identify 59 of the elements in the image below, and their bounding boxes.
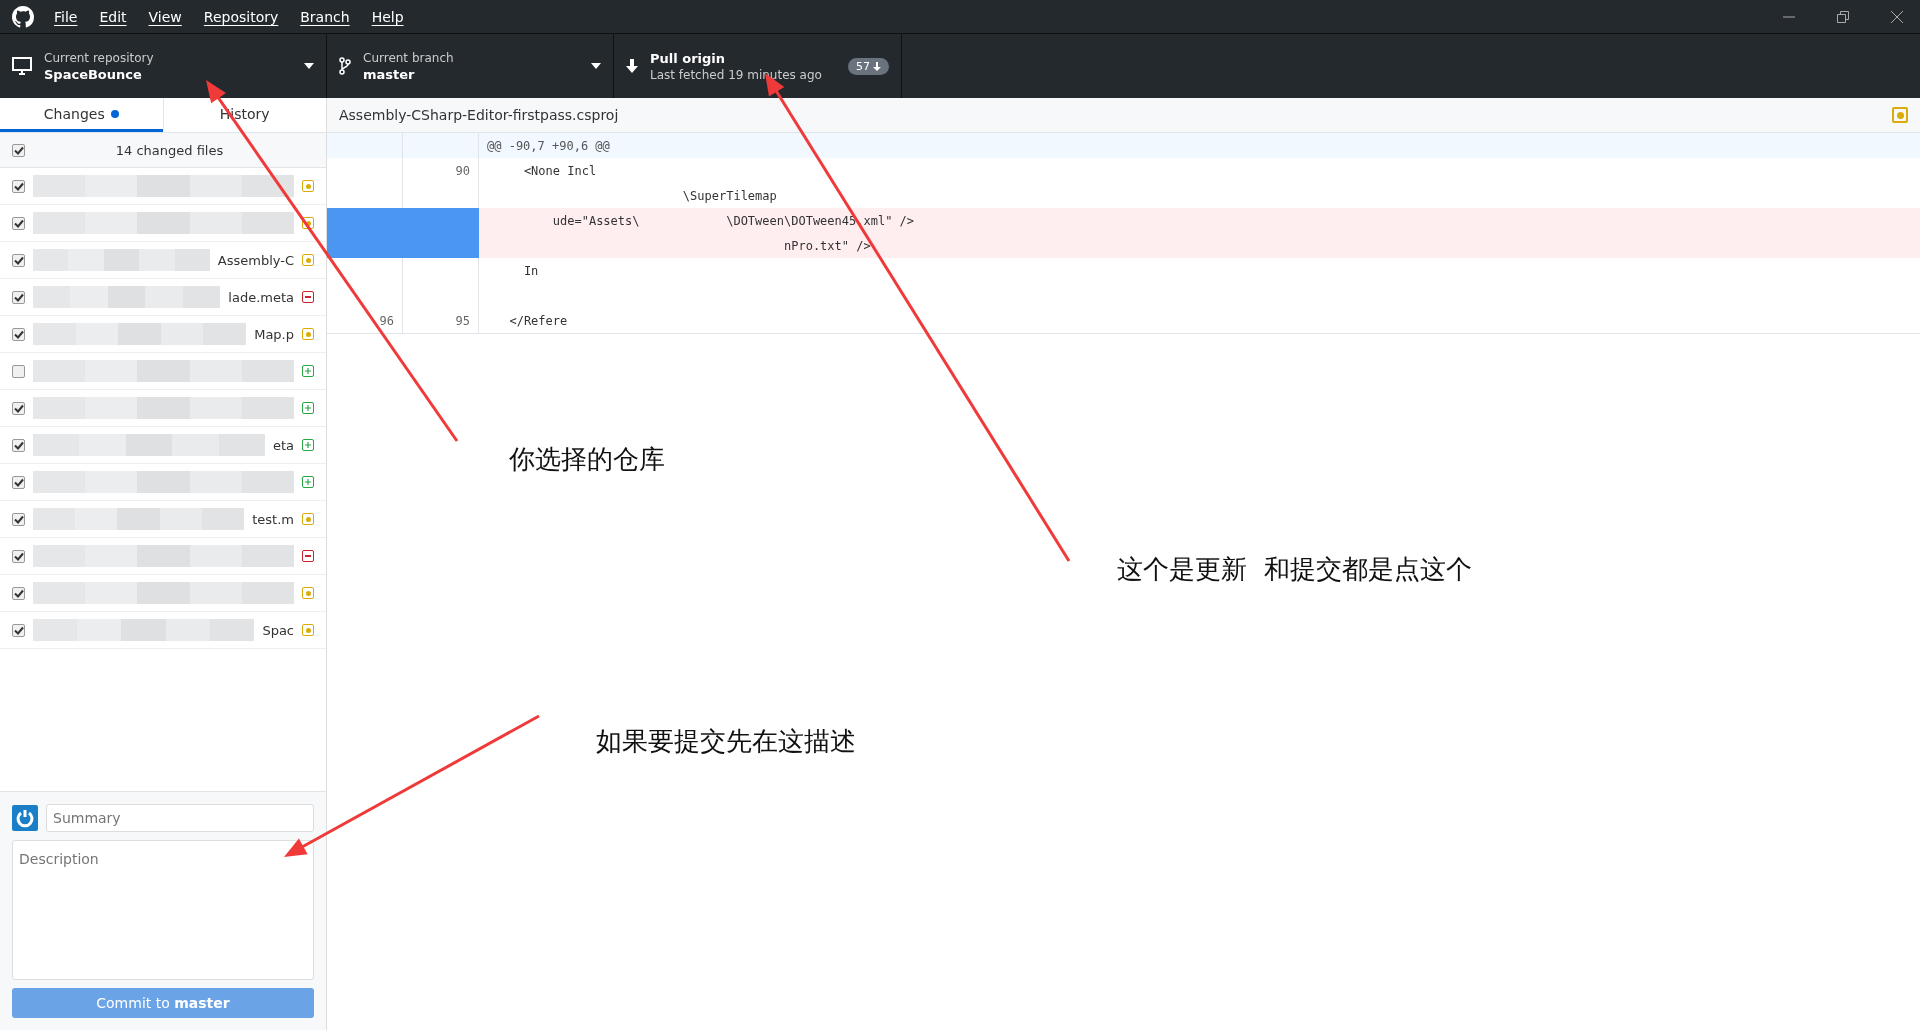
pull-title: Pull origin <box>650 50 727 66</box>
file-checkbox[interactable] <box>12 179 25 193</box>
file-name[interactable]: lade.meta <box>228 289 294 305</box>
file-checkbox[interactable] <box>12 253 25 267</box>
menu-item[interactable]: File <box>54 8 78 25</box>
toolbar-label: Current repository <box>44 50 155 65</box>
file-checkbox[interactable] <box>12 475 25 489</box>
menu-item[interactable]: Edit <box>99 8 127 25</box>
menu-item[interactable]: View <box>148 8 182 25</box>
file-checkbox[interactable] <box>12 549 25 563</box>
code-line: In <box>522 263 539 278</box>
file-name[interactable]: Spac <box>262 622 294 638</box>
file-checkbox[interactable] <box>12 364 25 378</box>
down-arrow-icon <box>626 59 638 73</box>
menu-item[interactable]: Help <box>371 8 404 25</box>
repository-name: SpaceBounce <box>44 66 143 82</box>
file-name[interactable]: Map.p <box>254 326 294 342</box>
file-checkbox[interactable] <box>12 290 25 304</box>
file-path: Assembly-CSharp-Editor-firstpass.csproj <box>339 107 620 123</box>
description-field[interactable]: Description <box>12 840 314 980</box>
modified-status-icon <box>1892 107 1908 123</box>
last-fetched-text: Last fetched 19 minutes ago <box>650 67 823 82</box>
file-checkbox[interactable] <box>12 327 25 341</box>
menu-item[interactable]: Repository <box>203 8 279 25</box>
toolbar-label: Current branch <box>363 50 455 65</box>
github-logo-icon <box>12 5 34 28</box>
avatar-icon <box>12 805 38 831</box>
commit-count-badge: 57 <box>848 57 889 75</box>
caret-icon <box>304 63 314 69</box>
caret-icon <box>591 63 601 69</box>
code-line: </Refere <box>508 313 568 328</box>
monitor-icon <box>12 57 32 75</box>
line-number: 90 <box>455 163 470 178</box>
hunk-header: @@ -90,7 +90,6 @@ <box>486 138 610 153</box>
close-icon[interactable] <box>1890 9 1904 24</box>
file-checkbox[interactable] <box>12 216 25 230</box>
restore-icon[interactable] <box>1836 9 1850 24</box>
branch-icon <box>339 57 351 75</box>
annotation-text: 你选择的仓库 <box>509 443 665 476</box>
file-name[interactable]: test.m <box>252 511 294 527</box>
line-number: 95 <box>455 313 470 328</box>
file-name[interactable]: eta <box>272 437 294 453</box>
file-checkbox[interactable] <box>12 512 25 526</box>
file-name[interactable]: Assembly-C <box>217 252 294 268</box>
file-checkbox[interactable] <box>12 438 25 452</box>
file-checkbox[interactable] <box>12 623 25 637</box>
summary-field[interactable]: Summary <box>46 804 314 832</box>
code-line: nPro.txt" /> <box>783 238 871 253</box>
select-all-checkbox[interactable] <box>12 143 25 157</box>
annotation-text: 这个是更新 和提交都是点这个 <box>1117 553 1472 586</box>
line-number: 96 <box>379 313 394 328</box>
code-line: <None Incl <box>522 163 597 178</box>
file-checkbox[interactable] <box>12 586 25 600</box>
menu-item[interactable]: Branch <box>300 8 350 25</box>
code-line: \SuperTilemap <box>681 188 777 203</box>
changed-files-count: 14 changed files <box>114 142 225 158</box>
file-checkbox[interactable] <box>12 401 25 415</box>
branch-name: master <box>363 66 416 82</box>
annotation-text: 如果要提交先在这描述 <box>596 725 856 758</box>
